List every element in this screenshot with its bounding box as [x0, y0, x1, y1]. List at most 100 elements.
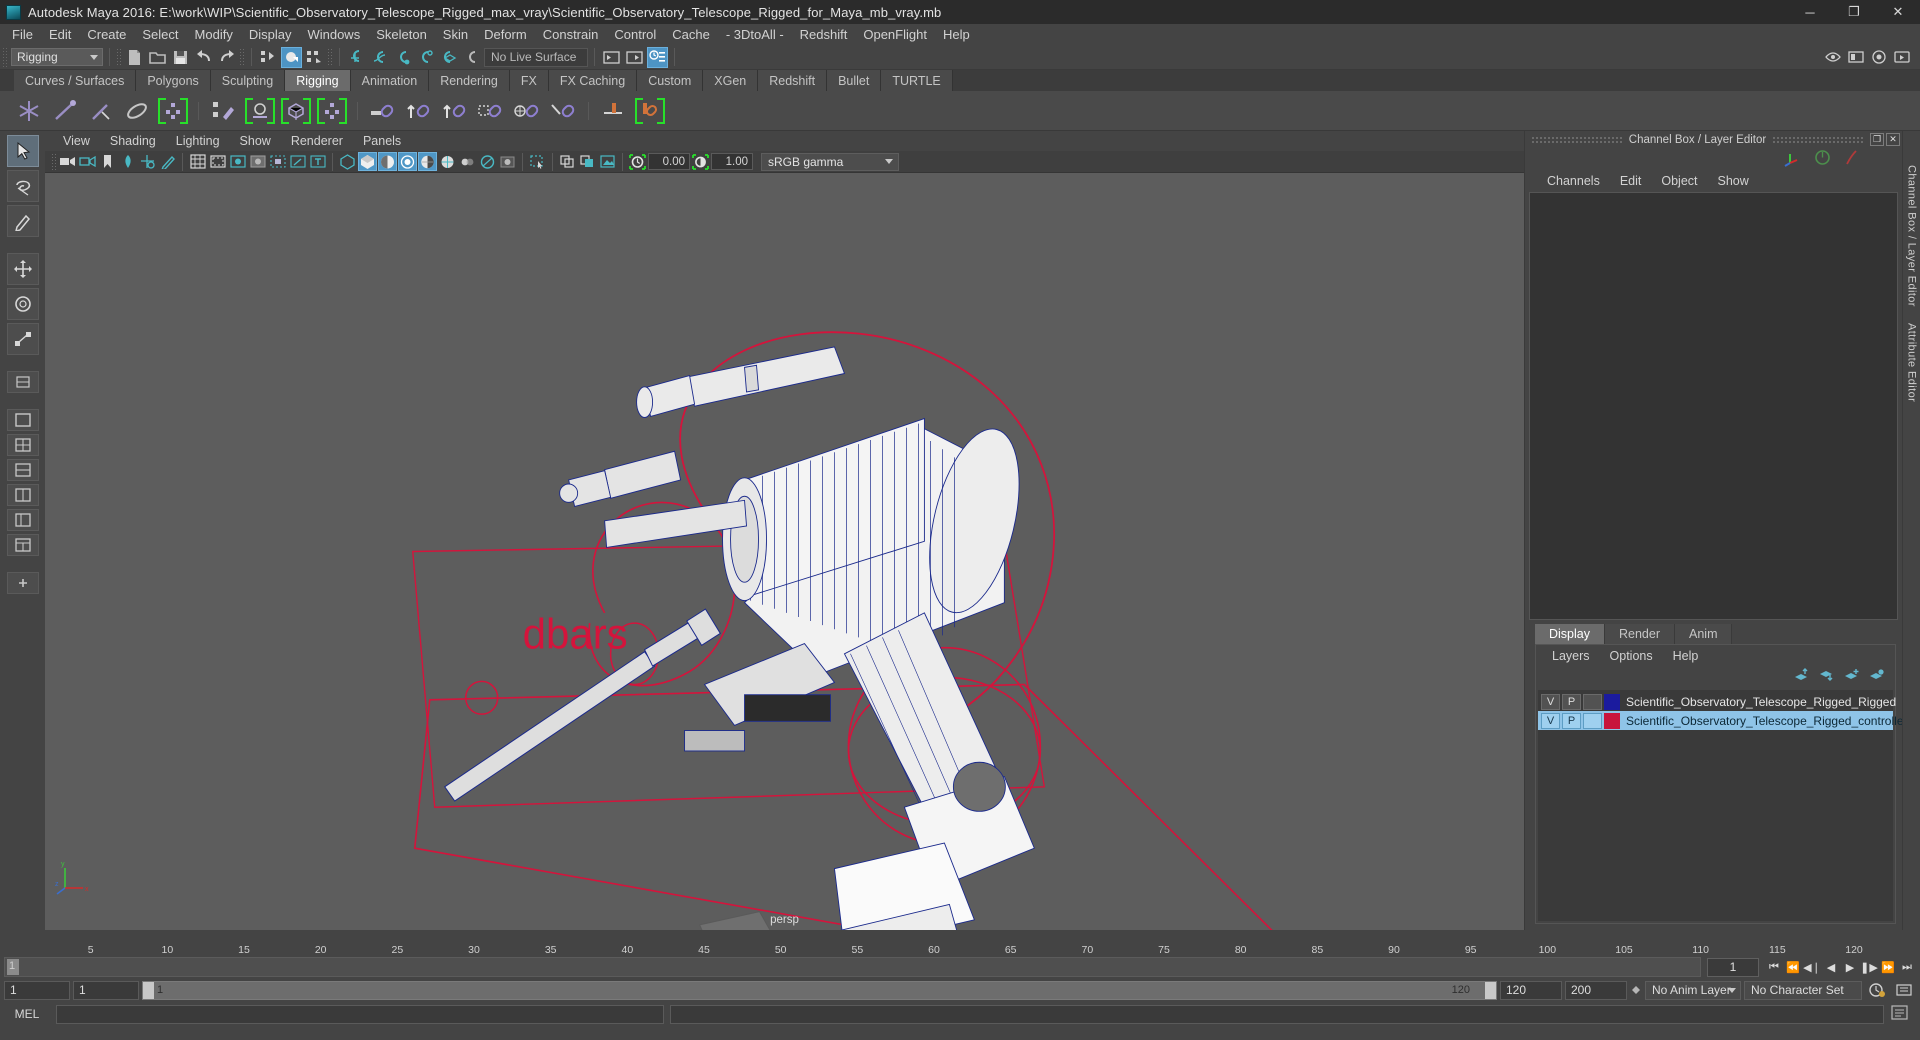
animation-preferences-icon[interactable]: [1892, 982, 1916, 998]
select-by-component-icon[interactable]: [304, 47, 325, 68]
menu-set-selector[interactable]: Rigging: [11, 48, 103, 66]
camera-attributes-icon[interactable]: [78, 152, 97, 171]
select-by-hierarchy-icon[interactable]: [258, 47, 279, 68]
shelf-pole-vector-icon[interactable]: [548, 96, 578, 126]
shelf-orient-constraint-icon[interactable]: [440, 96, 470, 126]
shelf-tab-fx[interactable]: FX: [509, 70, 549, 91]
select-tool-button[interactable]: [6, 135, 39, 167]
shelf-tab-sculpting[interactable]: Sculpting: [210, 70, 286, 91]
transport-button[interactable]: ⏭: [1898, 958, 1916, 976]
layer-tab-display[interactable]: Display: [1535, 624, 1605, 644]
layer-menu-help[interactable]: Help: [1663, 649, 1709, 663]
transport-button[interactable]: ⏩: [1879, 958, 1897, 976]
layer-color-swatch[interactable]: [1604, 693, 1620, 710]
shelf-tab-custom[interactable]: Custom: [637, 70, 704, 91]
shelf-joint-icon[interactable]: [14, 96, 44, 126]
menu-display[interactable]: Display: [241, 24, 300, 45]
menu-skeleton[interactable]: Skeleton: [368, 24, 435, 45]
view-layout-four-button[interactable]: [6, 434, 39, 456]
grid-toggle-icon[interactable]: [188, 152, 207, 171]
toolbar-grip[interactable]: [2, 47, 9, 67]
show-hide-editor-right-icon[interactable]: [624, 47, 645, 68]
new-scene-icon[interactable]: [124, 47, 145, 68]
screen-space-ao-icon[interactable]: [438, 152, 457, 171]
snap-to-grid-icon[interactable]: [346, 47, 367, 68]
transport-button[interactable]: ▶: [1841, 958, 1859, 976]
shelf-point-constraint-icon[interactable]: [404, 96, 434, 126]
show-hide-editor-left-icon[interactable]: [601, 47, 622, 68]
resolution-gate-icon[interactable]: [228, 152, 247, 171]
current-time-indicator[interactable]: [7, 959, 19, 975]
menu-constrain[interactable]: Constrain: [535, 24, 607, 45]
move-layer-up-icon[interactable]: [1794, 667, 1810, 685]
shelf-tab-rendering[interactable]: Rendering: [429, 70, 510, 91]
side-tab-attribute-editor[interactable]: Attribute Editor: [1906, 323, 1918, 402]
last-tool-button[interactable]: [6, 371, 39, 393]
shadows-icon[interactable]: [418, 152, 437, 171]
range-start-handle[interactable]: [143, 981, 154, 999]
toggle-texture-icon[interactable]: [598, 152, 617, 171]
bookmark-icon[interactable]: [98, 152, 117, 171]
attribute-editor-toggle-icon[interactable]: [647, 46, 668, 68]
gate-mask-icon[interactable]: [248, 152, 267, 171]
view-layout-two-stacked-button[interactable]: [6, 459, 39, 481]
layer-display-type-toggle[interactable]: [1583, 693, 1602, 710]
transport-button[interactable]: ◀❘: [1803, 958, 1821, 976]
panel-close-button[interactable]: ✕: [1886, 133, 1901, 146]
shelf-deformer-icon[interactable]: [317, 96, 347, 126]
shelf-scale-constraint-icon[interactable]: [476, 96, 506, 126]
view-layout-single-button[interactable]: [6, 409, 39, 431]
live-surface-field[interactable]: No Live Surface: [484, 47, 588, 67]
close-button[interactable]: ✕: [1876, 0, 1920, 24]
menu-file[interactable]: File: [4, 24, 41, 45]
shelf-set-driven-key-icon[interactable]: [599, 96, 629, 126]
menu-deform[interactable]: Deform: [476, 24, 535, 45]
hide-selected-icon[interactable]: [578, 152, 597, 171]
render-view-icon[interactable]: [1822, 47, 1843, 68]
snap-to-view-plane-icon[interactable]: [438, 47, 459, 68]
auto-keyframe-toggle-icon[interactable]: [1865, 982, 1889, 998]
shelf-cluster-icon[interactable]: [281, 96, 311, 126]
view-layout-two-side-button[interactable]: [6, 484, 39, 506]
menu-windows[interactable]: Windows: [299, 24, 368, 45]
layer-display-type-toggle[interactable]: [1583, 712, 1602, 729]
range-slider[interactable]: 1 120: [142, 980, 1497, 1000]
shelf-tab-xgen[interactable]: XGen: [703, 70, 759, 91]
shelf-bind-skin-icon[interactable]: [158, 96, 188, 126]
layer-tab-anim[interactable]: Anim: [1675, 624, 1733, 644]
viewport-menu-show[interactable]: Show: [230, 134, 281, 148]
grease-pencil-icon[interactable]: [158, 152, 177, 171]
new-layer-icon[interactable]: [1844, 668, 1860, 685]
scale-tool-button[interactable]: [6, 323, 39, 355]
film-gate-icon[interactable]: [208, 152, 227, 171]
use-default-lighting-icon[interactable]: [398, 152, 417, 171]
menu-openflight[interactable]: OpenFlight: [855, 24, 935, 45]
shade-with-textures-icon[interactable]: [378, 152, 397, 171]
gamma-field[interactable]: 1.00: [711, 153, 753, 170]
shelf-connect-driven-icon[interactable]: [635, 96, 665, 126]
image-plane-icon[interactable]: [118, 152, 137, 171]
motion-blur-icon[interactable]: [458, 152, 477, 171]
viewport-menu-lighting[interactable]: Lighting: [166, 134, 230, 148]
layer-color-swatch[interactable]: [1604, 712, 1620, 729]
shelf-paint-weights-icon[interactable]: [209, 96, 239, 126]
shelf-tab-animation[interactable]: Animation: [350, 70, 430, 91]
viewport-menu-view[interactable]: View: [53, 134, 100, 148]
xray-joints-icon[interactable]: [288, 152, 307, 171]
viewport-3d[interactable]: dbars y x z persp: [45, 173, 1524, 930]
show-all-icon[interactable]: [558, 152, 577, 171]
layer-visibility-toggle[interactable]: V: [1541, 712, 1560, 729]
command-language-label[interactable]: MEL: [4, 1007, 50, 1021]
exposure-field[interactable]: 0.00: [648, 153, 690, 170]
undo-icon[interactable]: [193, 47, 214, 68]
color-management-selector[interactable]: sRGB gamma: [761, 152, 899, 171]
menu-modify[interactable]: Modify: [187, 24, 241, 45]
character-set-selector[interactable]: No Character Set: [1744, 980, 1862, 1000]
panel-grip-right[interactable]: [1772, 136, 1865, 143]
layer-playback-toggle[interactable]: P: [1562, 712, 1581, 729]
layer-row[interactable]: V P Scientific_Observatory_Telescope_Rigge…: [1538, 711, 1913, 730]
panel-grip-left[interactable]: [1531, 136, 1623, 143]
make-live-icon[interactable]: [461, 47, 482, 68]
animation-start-field[interactable]: 1: [73, 980, 139, 1000]
viewport-menu-panels[interactable]: Panels: [353, 134, 411, 148]
